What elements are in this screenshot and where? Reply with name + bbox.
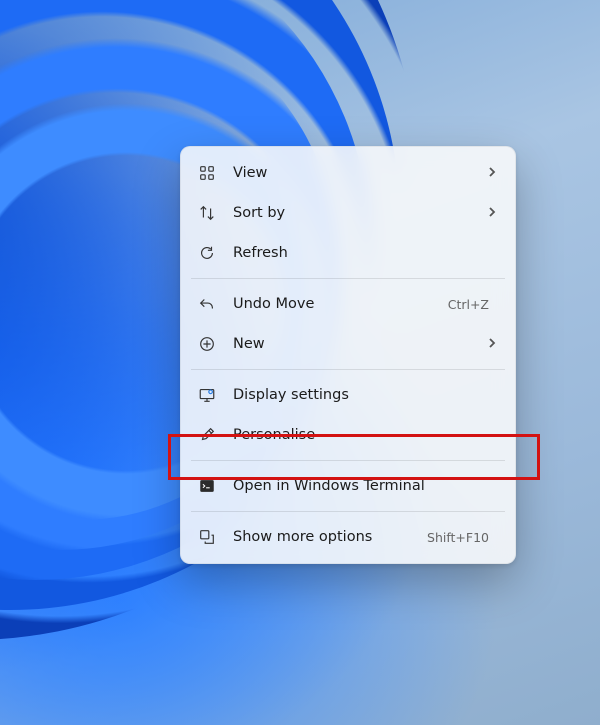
undo-icon (197, 294, 217, 314)
plus-circle-icon (197, 334, 217, 354)
chevron-right-icon (487, 336, 497, 352)
menu-item-label: View (233, 165, 487, 181)
menu-separator (191, 278, 505, 279)
chevron-right-icon (487, 165, 497, 181)
menu-item-sort-by[interactable]: Sort by (187, 193, 509, 233)
desktop-context-menu: View Sort by Refresh Undo Move Ctrl+Z Ne… (180, 146, 516, 564)
menu-item-refresh[interactable]: Refresh (187, 233, 509, 273)
display-settings-icon (197, 385, 217, 405)
menu-item-shortcut: Ctrl+Z (448, 297, 489, 312)
menu-item-label: Open in Windows Terminal (233, 478, 497, 494)
menu-item-undo-move[interactable]: Undo Move Ctrl+Z (187, 284, 509, 324)
menu-item-personalise[interactable]: Personalise (187, 415, 509, 455)
menu-separator (191, 369, 505, 370)
menu-item-label: New (233, 336, 487, 352)
chevron-right-icon (487, 205, 497, 221)
menu-item-shortcut: Shift+F10 (427, 530, 489, 545)
menu-item-label: Display settings (233, 387, 497, 403)
menu-item-label: Sort by (233, 205, 487, 221)
menu-item-open-in-terminal[interactable]: Open in Windows Terminal (187, 466, 509, 506)
menu-item-display-settings[interactable]: Display settings (187, 375, 509, 415)
show-more-icon (197, 527, 217, 547)
menu-item-label: Personalise (233, 427, 497, 443)
menu-item-label: Undo Move (233, 296, 448, 312)
menu-separator (191, 460, 505, 461)
paintbrush-icon (197, 425, 217, 445)
menu-item-label: Show more options (233, 529, 427, 545)
menu-item-label: Refresh (233, 245, 497, 261)
menu-item-new[interactable]: New (187, 324, 509, 364)
menu-item-show-more-options[interactable]: Show more options Shift+F10 (187, 517, 509, 557)
sort-icon (197, 203, 217, 223)
view-icon (197, 163, 217, 183)
terminal-icon (197, 476, 217, 496)
refresh-icon (197, 243, 217, 263)
menu-item-view[interactable]: View (187, 153, 509, 193)
menu-separator (191, 511, 505, 512)
